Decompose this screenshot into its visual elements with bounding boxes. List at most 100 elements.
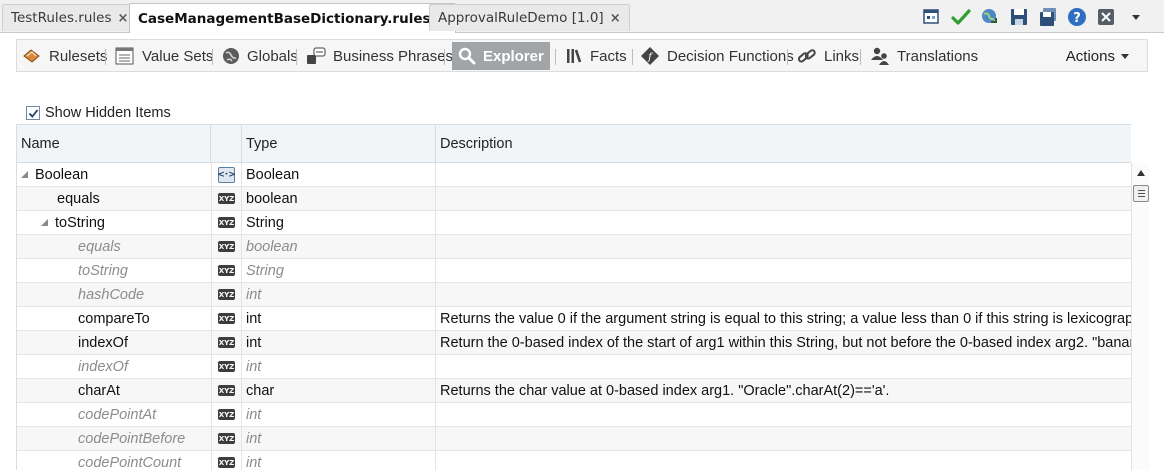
method-icon: XYZ [218,457,235,468]
close-window-icon[interactable] [1095,6,1117,28]
show-hidden-items-checkbox[interactable] [26,106,40,120]
nav-globals[interactable]: Globals [222,43,298,69]
globe-icon [223,48,239,64]
help-icon[interactable]: ? [1066,6,1088,28]
cell-description: Returns the value 0 if the argument stri… [440,310,1131,327]
cell-type: int [242,307,436,330]
table-row[interactable]: hashCode XYZ int [17,283,1131,307]
column-header-name[interactable]: Name [17,125,211,163]
cell-kind-icon: XYZ [211,427,242,450]
validate-check-icon[interactable] [950,6,972,28]
cell-description: Returns the char value at 0-based index … [440,382,890,399]
cell-kind-icon: XYZ [211,259,242,282]
row-name: indexOf [78,334,128,351]
tab-testrules[interactable]: TestRules.rules × [2,4,138,31]
tab-casemanagementbasedictionary[interactable]: CaseManagementBaseDictionary.rules × [129,3,457,33]
table-row[interactable]: codePointCount XYZ int [17,451,1131,470]
nav-label: Business Phrases [333,47,454,65]
method-icon: XYZ [218,289,235,300]
expand-triangle-icon[interactable] [21,171,28,178]
table-row[interactable]: indexOf XYZ int Return the 0-based index of… [17,331,1131,355]
scroll-up-icon[interactable] [1137,170,1145,176]
cell-description [436,187,1131,210]
cell-description [436,163,1131,186]
decision-functions-icon: f [641,47,659,65]
cell-type: boolean [242,235,436,258]
show-hidden-items-toggle[interactable]: Show Hidden Items [26,104,171,122]
nav-value-sets[interactable]: Value Sets [115,43,213,69]
rulesets-icon [23,49,40,63]
table-row[interactable]: toString XYZ String [17,259,1131,283]
cell-type: boolean [242,187,436,210]
cell-description [436,235,1131,258]
method-icon: XYZ [218,409,235,420]
table-row[interactable]: indexOf XYZ int [17,355,1131,379]
cell-kind-icon: XYZ [211,355,242,378]
cell-type: char [242,379,436,402]
scrollbar-thumb[interactable] [1133,185,1149,202]
table-row[interactable]: equals XYZ boolean [17,187,1131,211]
show-hidden-items-label: Show Hidden Items [45,105,171,121]
close-tab-icon[interactable]: × [118,12,129,25]
row-name: indexOf [78,358,128,375]
table-row[interactable]: compareTo XYZ int Returns the value 0 if th… [17,307,1131,331]
nav-explorer[interactable]: Explorer [452,42,550,70]
table-row[interactable]: Boolean <·> Boolean [17,163,1131,187]
find-icon[interactable] [921,6,943,28]
table-row[interactable]: toString XYZ String [17,211,1131,235]
nav-facts[interactable]: Facts [565,43,627,69]
explorer-table: Name Type Description Boolean <·> Boolean e… [16,124,1149,470]
cell-type: int [242,355,436,378]
dropdown-icon[interactable] [1124,6,1146,28]
cell-name: compareTo [17,307,211,330]
nav-label: Links [824,47,860,65]
nav-label: Translations [897,47,979,65]
column-header-type[interactable]: Type [242,125,436,163]
row-name: equals [78,238,121,255]
table-row[interactable]: codePointAt XYZ int [17,403,1131,427]
cell-name: equals [17,187,211,210]
cell-kind-icon: XYZ [211,307,242,330]
column-header-description[interactable]: Description [436,125,1131,163]
nav-label: Facts [590,47,627,65]
cell-type: int [242,427,436,450]
table-row[interactable]: charAt XYZ char Returns the char value at 0… [17,379,1131,403]
method-icon: XYZ [218,361,235,372]
close-tab-icon[interactable]: × [610,12,621,25]
vertical-scrollbar[interactable] [1131,163,1149,470]
expand-triangle-icon[interactable] [41,219,48,226]
tab-approvalruledemo[interactable]: ApprovalRuleDemo [1.0] × [429,4,630,31]
cell-name: codePointBefore [17,427,211,450]
cell-kind-icon: XYZ [211,331,242,354]
cell-kind-icon: XYZ [211,187,242,210]
save-icon[interactable] [1008,6,1030,28]
table-row[interactable]: equals XYZ boolean [17,235,1131,259]
editor-toolbar: ? [921,6,1146,28]
nav-business-phrases[interactable]: Business Phrases [306,43,453,69]
cell-name: toString [17,211,211,234]
column-header-icon [211,125,242,163]
nav-decision-functions[interactable]: f Decision Functions [640,43,794,69]
actions-menu[interactable]: Actions [1066,43,1129,69]
checkmark-icon [28,108,38,118]
nav-translations[interactable]: Translations [870,43,978,69]
nav-rulesets[interactable]: Rulesets [22,43,107,69]
cell-kind-icon: XYZ [211,379,242,402]
table-row[interactable]: codePointBefore XYZ int [17,427,1131,451]
cell-name: codePointCount [17,451,211,470]
cell-kind-icon: XYZ [211,283,242,306]
nav-label: Rulesets [49,47,108,65]
method-icon: XYZ [218,241,235,252]
dictionary-navigation-bar: Rulesets Value Sets Globals Business Phr… [16,39,1148,72]
row-name: codePointBefore [78,430,186,447]
refresh-globe-icon[interactable] [979,6,1001,28]
value-sets-icon [115,47,134,65]
link-icon [797,49,816,63]
cell-description [436,211,1131,234]
nav-label: Globals [247,47,298,65]
nav-links[interactable]: Links [797,43,859,69]
save-all-icon[interactable] [1037,6,1059,28]
cell-description [436,451,1131,470]
row-name: compareTo [78,310,150,327]
cell-name: charAt [17,379,211,402]
